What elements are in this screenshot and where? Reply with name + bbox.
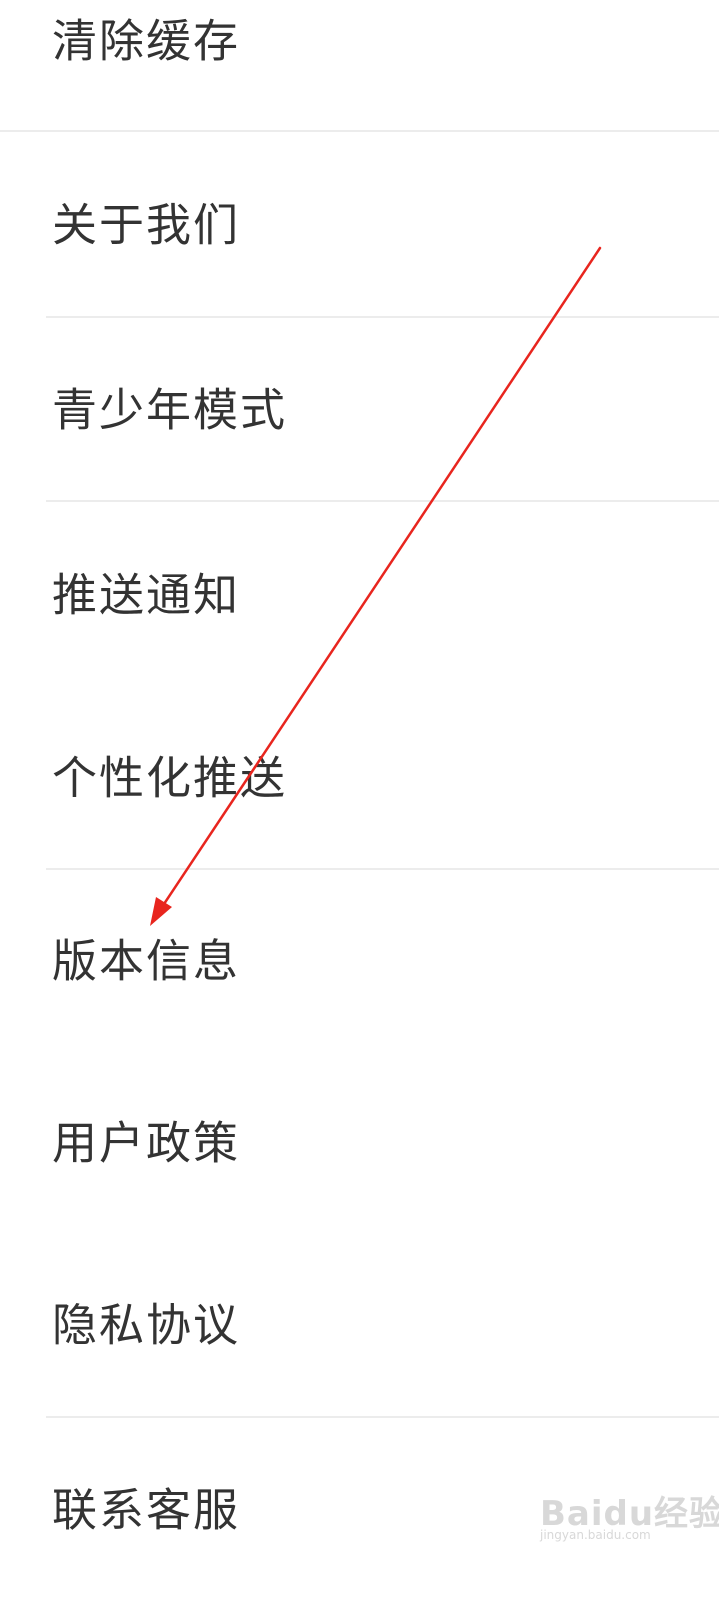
- settings-item-label: 青少年模式: [52, 383, 288, 437]
- divider: [0, 130, 719, 132]
- settings-item-privacy-agreement[interactable]: 隐私协议: [0, 1250, 719, 1400]
- divider: [46, 316, 719, 318]
- divider: [46, 500, 719, 502]
- settings-item-label: 关于我们: [52, 198, 241, 252]
- settings-item-user-policy[interactable]: 用户政策: [0, 1068, 719, 1218]
- divider: [46, 1416, 719, 1418]
- settings-item-about-us[interactable]: 关于我们: [0, 150, 719, 300]
- divider: [46, 868, 719, 870]
- settings-item-version-info[interactable]: 版本信息: [0, 886, 719, 1036]
- settings-item-clear-cache[interactable]: 清除缓存: [0, 0, 719, 116]
- settings-item-label: 联系客服: [52, 1483, 241, 1537]
- settings-item-personalized-push[interactable]: 个性化推送: [0, 703, 719, 853]
- baidu-watermark: Baidu经验 jingyan.baidu.com: [540, 1482, 719, 1542]
- settings-item-label: 个性化推送: [52, 751, 288, 805]
- settings-list: 清除缓存 关于我们 青少年模式 推送通知 个性化推送 版本信息 用户政策 隐私协…: [0, 0, 719, 1600]
- settings-item-label: 清除缓存: [52, 14, 241, 68]
- settings-item-label: 隐私协议: [52, 1298, 241, 1352]
- settings-item-label: 用户政策: [52, 1116, 241, 1170]
- watermark-sub: jingyan.baidu.com: [540, 1528, 651, 1542]
- settings-item-teen-mode[interactable]: 青少年模式: [0, 335, 719, 485]
- settings-item-label: 版本信息: [52, 934, 241, 988]
- settings-item-push-notification[interactable]: 推送通知: [0, 520, 719, 670]
- settings-item-label: 推送通知: [52, 568, 241, 622]
